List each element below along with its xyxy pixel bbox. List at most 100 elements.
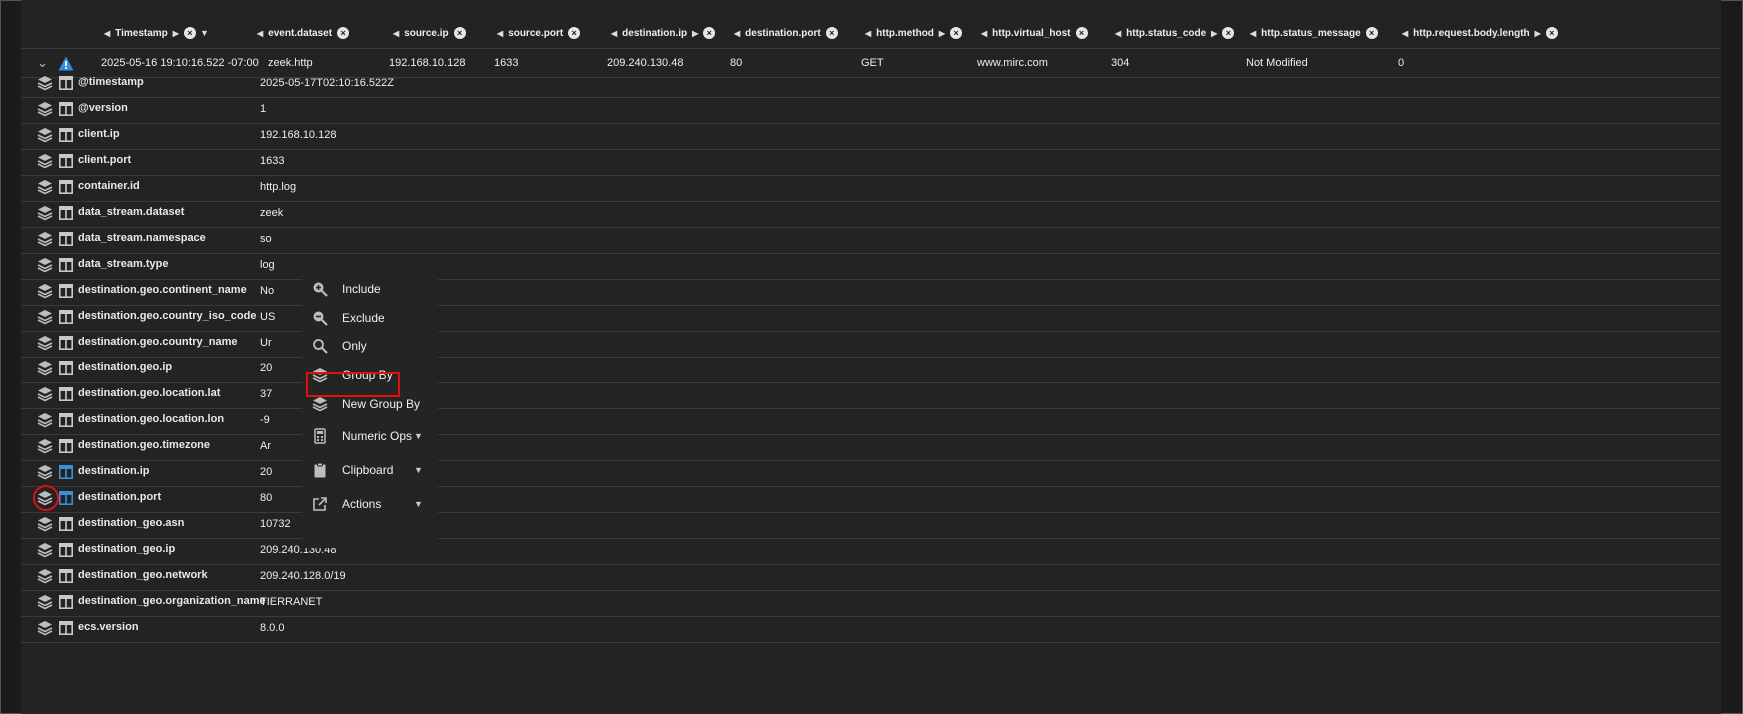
column-header-http-virtual-host[interactable]: ◀ http.virtual_host × [981,18,1088,48]
field-row-destination-ip[interactable]: destination.ip 20 [21,458,1721,487]
group-by-layers-icon[interactable] [37,386,53,402]
menu-item-only[interactable]: Only [302,331,438,361]
field-row-version[interactable]: @version 1 [21,95,1721,124]
group-by-layers-icon[interactable] [37,568,53,584]
toggle-column-table-icon[interactable] [59,439,73,453]
field-value[interactable]: log [260,251,275,279]
remove-column-icon[interactable]: × [703,27,716,39]
field-value[interactable]: 10732 [260,510,291,538]
field-value[interactable]: zeek [260,199,283,227]
field-value[interactable]: Ar [260,432,271,460]
field-value[interactable]: US [260,303,275,331]
column-header-http-method[interactable]: ◀ http.method ▶ × [865,18,963,48]
toggle-column-table-icon[interactable] [59,621,73,635]
remove-column-icon[interactable]: × [568,27,581,39]
field-value[interactable]: TIERRANET [260,588,322,616]
toggle-column-table-icon[interactable] [59,413,73,427]
toggle-column-table-icon[interactable] [59,284,73,298]
field-value[interactable]: 2025-05-17T02:10:16.522Z [260,69,394,97]
group-by-layers-icon[interactable] [37,620,53,636]
field-value[interactable]: No [260,277,274,305]
sort-desc-icon[interactable]: ▼ [200,28,209,38]
toggle-column-table-icon[interactable] [59,569,73,583]
field-row-destination-geo-ip[interactable]: destination.geo.ip 20 [21,354,1721,383]
field-row-destination-port[interactable]: destination.port 80 [21,484,1721,513]
field-row-destination-geo-timezone[interactable]: destination.geo.timezone Ar [21,432,1721,461]
group-by-layers-icon[interactable] [37,101,53,117]
field-value[interactable]: 20 [260,458,272,486]
menu-item-numeric-ops[interactable]: Numeric Ops ▼ [302,421,438,451]
group-by-layers-icon[interactable] [37,412,53,428]
move-left-icon[interactable]: ◀ [1402,29,1408,38]
chevron-down-icon[interactable]: ▼ [414,431,423,441]
group-by-layers-icon[interactable] [37,594,53,610]
group-by-layers-icon[interactable] [37,542,53,558]
field-row-client-ip[interactable]: client.ip 192.168.10.128 [21,121,1721,150]
group-by-layers-icon[interactable] [37,438,53,454]
chevron-down-icon[interactable]: ▼ [414,465,423,475]
remove-column-icon[interactable]: × [1222,27,1235,39]
group-by-layers-icon[interactable] [37,464,53,480]
move-left-icon[interactable]: ◀ [257,29,263,38]
move-left-icon[interactable]: ◀ [1250,29,1256,38]
move-left-icon[interactable]: ◀ [981,29,987,38]
column-header-source-ip[interactable]: ◀ source.ip × [393,18,466,48]
field-value[interactable]: 80 [260,484,272,512]
toggle-column-table-icon[interactable] [59,491,73,505]
toggle-column-table-icon[interactable] [59,102,73,116]
field-row-data-stream-namespace[interactable]: data_stream.namespace so [21,225,1721,254]
remove-column-icon[interactable]: × [1365,27,1378,39]
move-left-icon[interactable]: ◀ [734,29,740,38]
field-value[interactable]: 192.168.10.128 [260,121,336,149]
field-value[interactable]: 20 [260,354,272,382]
field-row-destination-geo-location-lat[interactable]: destination.geo.location.lat 37 [21,380,1721,409]
menu-item-exclude[interactable]: Exclude [302,303,438,333]
group-by-layers-icon[interactable] [37,205,53,221]
group-by-layers-icon[interactable] [37,516,53,532]
toggle-column-table-icon[interactable] [59,154,73,168]
field-row-destination-geo-network[interactable]: destination_geo.network 209.240.128.0/19 [21,562,1721,591]
group-by-layers-icon[interactable] [37,257,53,273]
group-by-layers-icon[interactable] [37,360,53,376]
remove-column-icon[interactable]: × [453,27,466,39]
toggle-column-table-icon[interactable] [59,310,73,324]
group-by-layers-icon[interactable] [37,179,53,195]
field-value[interactable]: Ur [260,329,272,357]
field-value[interactable]: 1633 [260,147,284,175]
field-row-client-port[interactable]: client.port 1633 [21,147,1721,176]
field-value[interactable]: http.log [260,173,296,201]
group-by-layers-icon[interactable] [37,127,53,143]
move-left-icon[interactable]: ◀ [865,29,871,38]
column-header-destination-port[interactable]: ◀ destination.port × [734,18,838,48]
column-header-http-status-code[interactable]: ◀ http.status_code ▶ × [1115,18,1235,48]
remove-column-icon[interactable]: × [1075,27,1088,39]
group-by-layers-icon[interactable] [37,153,53,169]
toggle-column-table-icon[interactable] [59,595,73,609]
chevron-down-icon[interactable]: ▼ [414,499,423,509]
toggle-column-table-icon[interactable] [59,180,73,194]
toggle-column-table-icon[interactable] [59,336,73,350]
column-header-source-port[interactable]: ◀ source.port × [497,18,581,48]
field-value[interactable]: so [260,225,272,253]
toggle-column-table-icon[interactable] [59,258,73,272]
group-by-layers-icon[interactable] [37,335,53,351]
toggle-column-table-icon[interactable] [59,517,73,531]
field-row-timestamp[interactable]: @timestamp 2025-05-17T02:10:16.522Z [21,69,1721,98]
remove-column-icon[interactable]: × [950,27,963,39]
move-left-icon[interactable]: ◀ [497,29,503,38]
column-header-event-dataset[interactable]: ◀ event.dataset × [257,18,350,48]
field-value[interactable]: 37 [260,380,272,408]
toggle-column-table-icon[interactable] [59,465,73,479]
group-by-layers-icon[interactable] [37,231,53,247]
field-row-destination-geo-organization-name[interactable]: destination_geo.organization_name TIERRAN… [21,588,1721,617]
move-right-icon[interactable]: ▶ [173,29,179,38]
move-right-icon[interactable]: ▶ [939,29,945,38]
field-value[interactable]: 8.0.0 [260,614,284,642]
menu-item-actions[interactable]: Actions ▼ [302,489,438,519]
move-right-icon[interactable]: ▶ [1211,29,1217,38]
toggle-column-table-icon[interactable] [59,76,73,90]
menu-item-clipboard[interactable]: Clipboard ▼ [302,455,438,485]
remove-column-icon[interactable]: × [1545,27,1558,39]
toggle-column-table-icon[interactable] [59,387,73,401]
move-right-icon[interactable]: ▶ [1535,29,1541,38]
